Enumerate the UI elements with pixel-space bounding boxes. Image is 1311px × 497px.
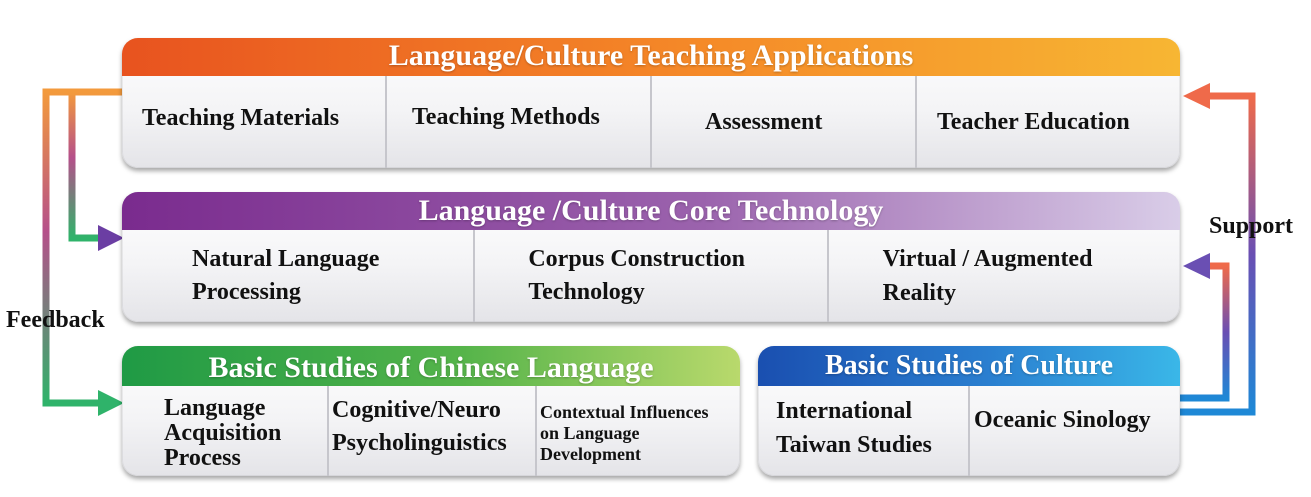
contextual-influences-cell: Contextual Influences on Language Develo… [535,386,740,476]
teaching-materials-label: Teaching Materials [142,104,340,131]
assessment-label: Assessment [705,108,823,135]
language-acquisition-cell: Language Acquisition Process [122,386,327,476]
teaching-applications-header: Language/Culture Teaching Applications [122,38,1180,76]
oceanic-sinology-label: Oceanic Sinology [974,406,1151,433]
psycholinguistics-label: Cognitive/Neuro Psycholinguistics [332,397,507,456]
teacher-education-label: Teacher Education [937,108,1130,135]
corpus-construction-cell: Corpus Construction Technology [473,230,826,322]
international-taiwan-studies-cell: International Taiwan Studies [758,386,968,476]
teaching-applications-title: Language/Culture Teaching Applications [388,39,914,72]
culture-title: Basic Studies of Culture [824,350,1114,381]
teaching-methods-cell: Teaching Methods [385,76,650,168]
corpus-construction-label: Corpus Construction Technology [528,246,746,305]
culture-header: Basic Studies of Culture [758,346,1180,386]
core-technology-panel: Language /Culture Core Technology Natura… [122,192,1180,322]
virtual-augmented-reality-cell: Virtual / Augmented Reality [826,230,1180,322]
feedback-arrow [42,88,124,407]
virtual-augmented-reality-label: Virtual / Augmented Reality [882,246,1093,306]
nlp-label: Natural Language Processing [192,246,380,305]
teacher-education-cell: Teacher Education [915,76,1180,168]
culture-panel: Basic Studies of Culture International T… [758,346,1180,476]
chinese-language-panel: Basic Studies of Chinese Language Langua… [122,346,740,476]
teaching-applications-panel: Language/Culture Teaching Applications T… [122,38,1180,168]
core-technology-title: Language /Culture Core Technology [418,194,884,227]
core-technology-header: Language /Culture Core Technology [122,192,1180,230]
contextual-influences-label: Contextual Influences on Language Develo… [540,401,709,464]
psycholinguistics-cell: Cognitive/Neuro Psycholinguistics [327,386,535,476]
nlp-cell: Natural Language Processing [122,230,473,322]
language-acquisition-label: Language Acquisition Process [164,394,282,471]
support-arrowhead-core [1183,253,1210,279]
chinese-language-header: Basic Studies of Chinese Language [122,346,740,386]
feedback-arrowhead-core [98,225,124,251]
teaching-materials-cell: Teaching Materials [122,76,385,168]
feedback-label: Feedback [6,307,105,333]
feedback-arrowhead-chinese [98,390,124,416]
teaching-methods-label: Teaching Methods [412,103,600,130]
chinese-language-title: Basic Studies of Chinese Language [208,351,654,384]
support-arrow [1178,92,1256,416]
support-label: Support [1209,213,1294,239]
international-taiwan-studies-label: International Taiwan Studies [776,398,932,458]
assessment-cell: Assessment [650,76,915,168]
support-arrowhead-teaching [1183,83,1210,109]
oceanic-sinology-cell: Oceanic Sinology [968,386,1180,476]
